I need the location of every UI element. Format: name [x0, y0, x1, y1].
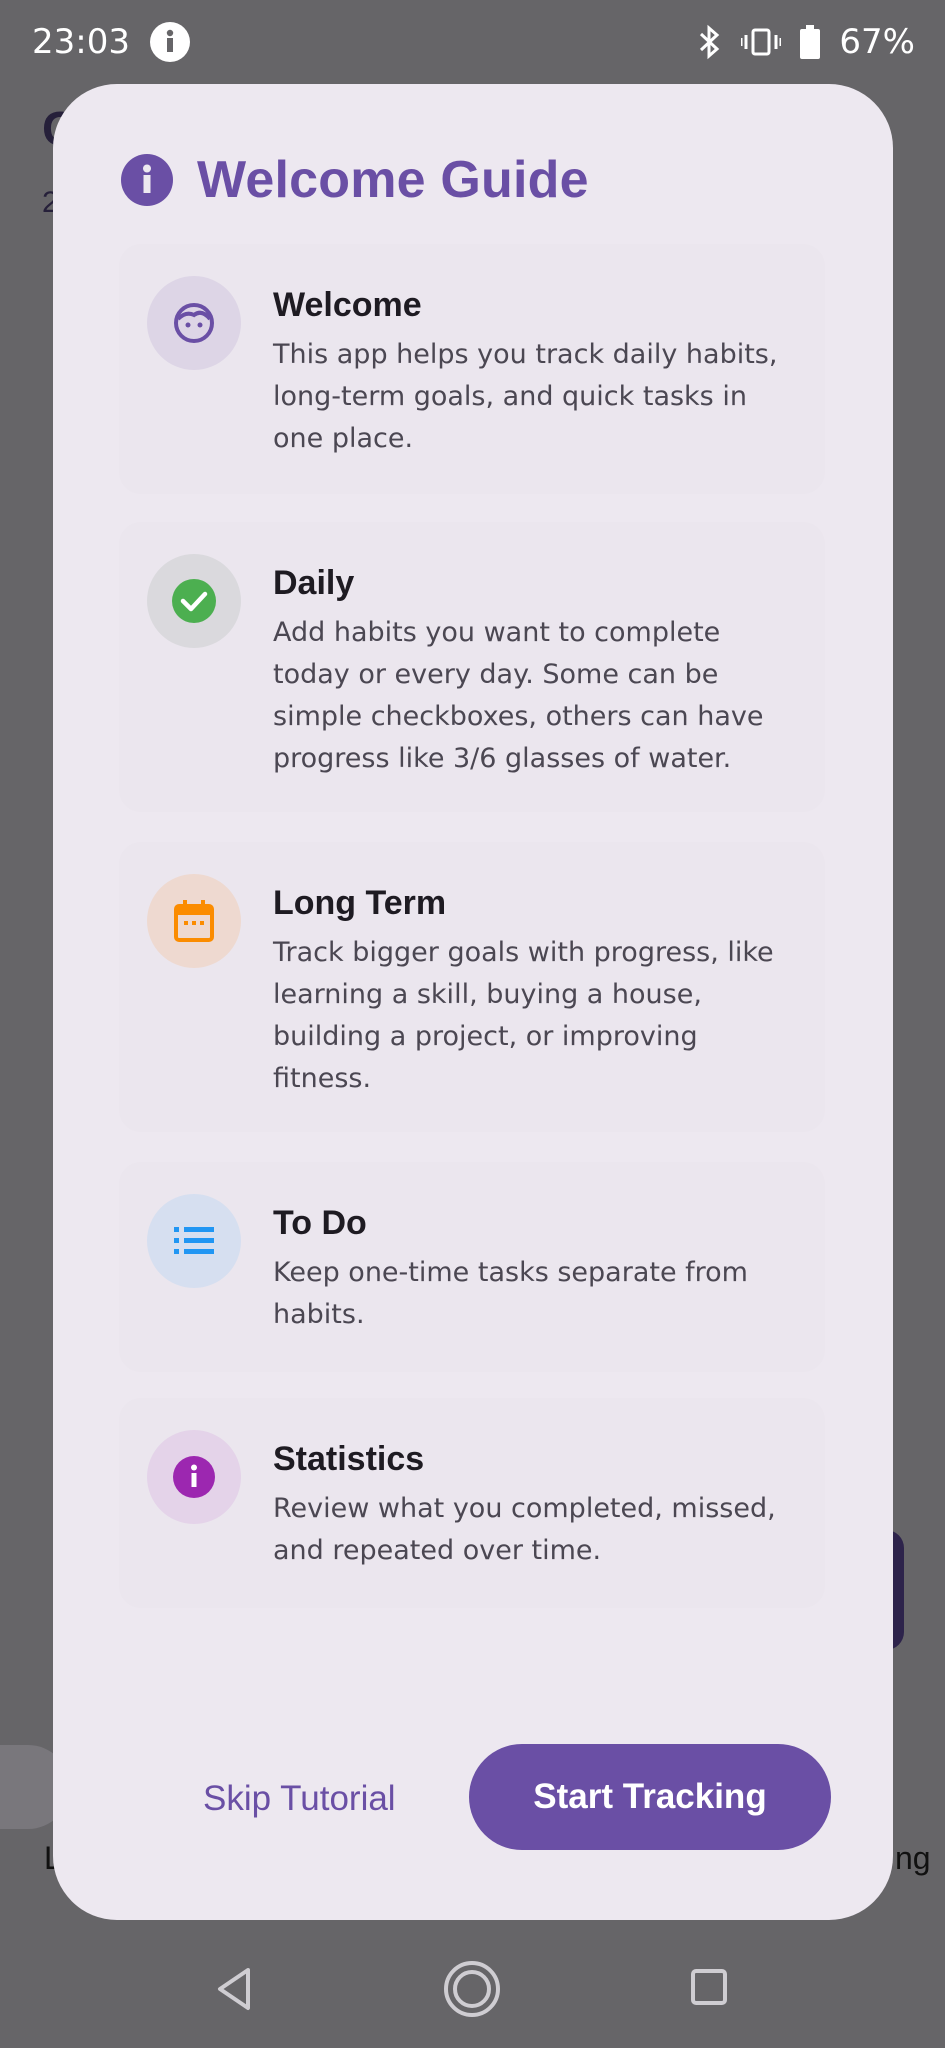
background-nav-label-right: ng [895, 1840, 931, 1876]
vibrate-icon [741, 24, 782, 60]
guide-card-title: Statistics [273, 1440, 425, 1478]
guide-card-title: Daily [273, 564, 355, 602]
bluetooth-icon [697, 24, 723, 60]
guide-card-statistics: Statistics Review what you completed, mi… [119, 1398, 825, 1608]
info-icon [150, 22, 190, 62]
guide-card-to-do: To Do Keep one-time tasks separate from … [119, 1162, 825, 1372]
guide-card-daily: Daily Add habits you want to complete to… [119, 522, 825, 812]
battery-icon [799, 24, 821, 60]
guide-card-title: Long Term [273, 884, 447, 922]
welcome-dialog: Welcome Guide Welcome This app helps you… [53, 84, 893, 1920]
home-icon[interactable] [443, 1960, 501, 2023]
skip-tutorial-button[interactable]: Skip Tutorial [183, 1764, 416, 1834]
guide-card-description: Review what you completed, missed, and r… [273, 1493, 776, 1566]
guide-card-description: This app helps you track daily habits, l… [273, 339, 778, 454]
recents-icon[interactable] [690, 1968, 728, 2011]
info-icon [121, 154, 173, 206]
status-time: 23:03 [32, 22, 130, 62]
list-icon [147, 1194, 241, 1288]
dialog-title: Welcome Guide [197, 151, 589, 209]
guide-card-title: Welcome [273, 286, 422, 324]
face-icon [147, 276, 241, 370]
status-right: 67% [697, 22, 915, 62]
dialog-header: Welcome Guide [121, 150, 589, 210]
guide-card-description: Track bigger goals with progress, like l… [273, 937, 774, 1094]
guide-card-description: Keep one-time tasks separate from habits… [273, 1257, 748, 1330]
guide-card-welcome: Welcome This app helps you track daily h… [119, 244, 825, 494]
guide-card-description: Add habits you want to complete today or… [273, 617, 764, 774]
status-bar: 23:03 67% [0, 0, 945, 88]
guide-card-long-term: Long Term Track bigger goals with progre… [119, 842, 825, 1132]
calendar-icon [147, 874, 241, 968]
guide-card-title: To Do [273, 1204, 367, 1242]
battery-percent: 67% [839, 22, 915, 62]
dialog-actions: Skip Tutorial Start Tracking [53, 1744, 893, 1854]
info-icon [147, 1430, 241, 1524]
system-nav-bar [0, 1920, 945, 2048]
start-tracking-button[interactable]: Start Tracking [469, 1744, 831, 1850]
check-circle-icon [147, 554, 241, 648]
back-icon[interactable] [214, 1966, 254, 2017]
